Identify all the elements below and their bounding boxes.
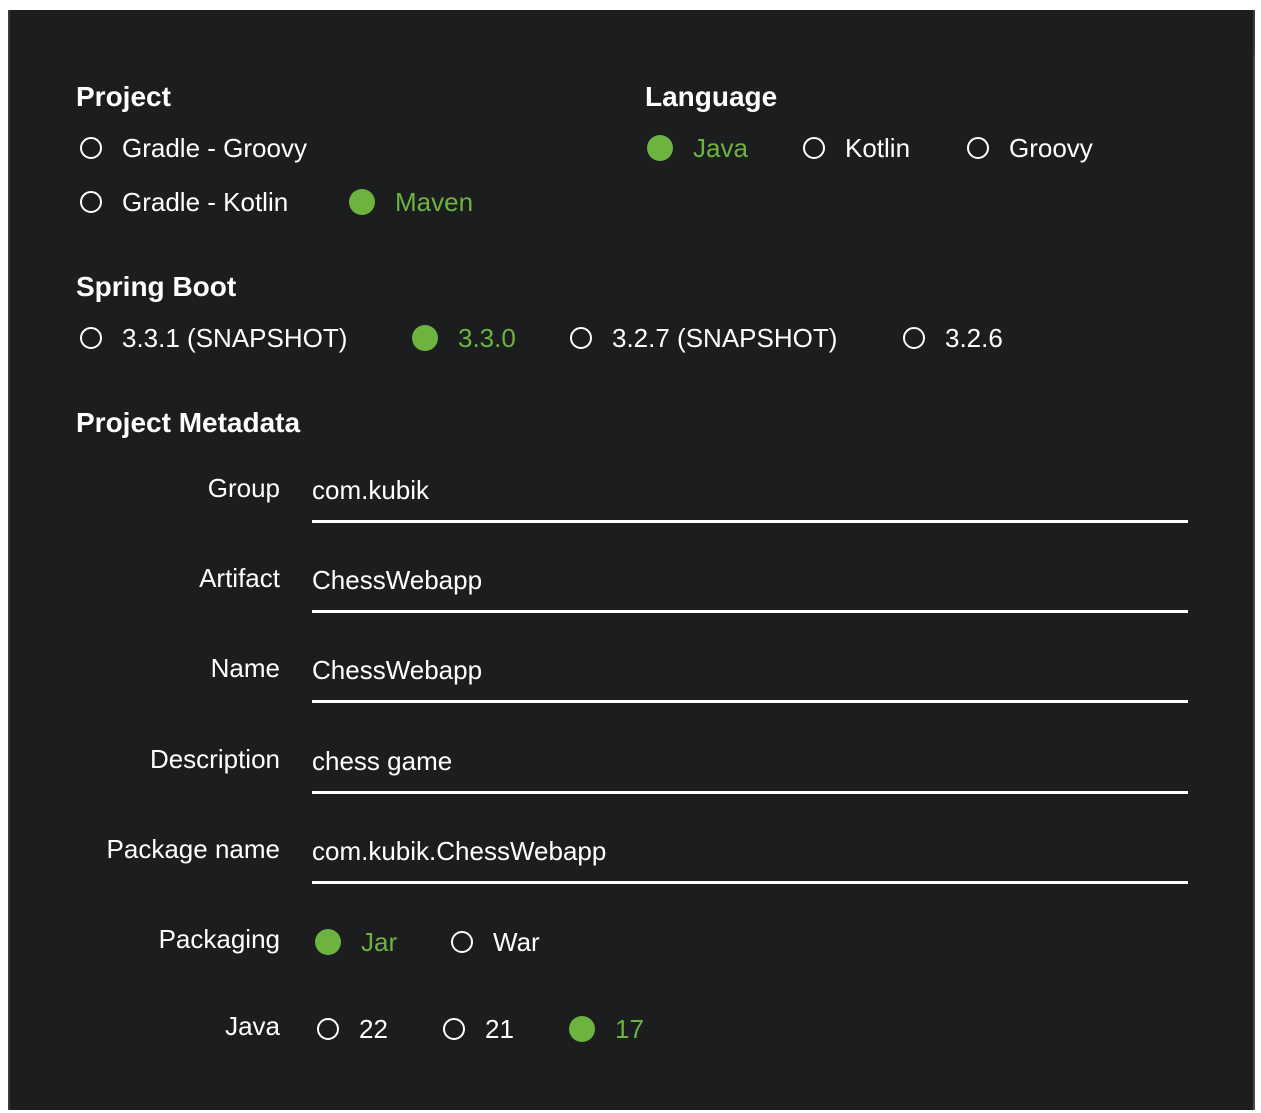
radio-label: 17 xyxy=(615,1013,644,1044)
radio-label: Java xyxy=(693,132,748,163)
spring-boot-section-title: Spring Boot xyxy=(76,271,237,302)
artifact-label: Artifact xyxy=(199,563,280,593)
radio-icon xyxy=(803,137,825,159)
language-section-title: Language xyxy=(645,81,778,112)
package-name-label: Package name xyxy=(106,834,280,864)
project-settings-panel: Project Gradle - Groovy Gradle - Kotlin … xyxy=(8,10,1255,1110)
radio-label: 3.3.1 (SNAPSHOT) xyxy=(122,322,348,353)
radio-label: Jar xyxy=(361,926,398,957)
description-label: Description xyxy=(149,744,280,774)
scrollbar[interactable] xyxy=(1253,55,1255,1110)
artifact-input[interactable] xyxy=(312,558,1188,602)
radio-label: 21 xyxy=(485,1013,514,1044)
radio-selected-icon xyxy=(315,929,341,955)
radio-icon xyxy=(80,191,102,213)
spring-boot-option-3-2-7-snapshot[interactable]: 3.2.7 (SNAPSHOT) xyxy=(570,322,837,354)
radio-label: Groovy xyxy=(1009,132,1093,163)
language-option-java[interactable]: Java xyxy=(647,132,748,164)
radio-label: 3.2.6 xyxy=(945,322,1003,353)
name-input[interactable] xyxy=(312,648,1188,692)
packaging-label: Packaging xyxy=(158,924,280,954)
description-input[interactable] xyxy=(312,739,1188,783)
project-option-gradle-kotlin[interactable]: Gradle - Kotlin xyxy=(80,186,288,218)
radio-icon xyxy=(443,1018,465,1040)
spring-boot-option-3-3-0[interactable]: 3.3.0 xyxy=(412,322,516,354)
project-section-title: Project xyxy=(76,81,171,112)
radio-label: 3.2.7 (SNAPSHOT) xyxy=(612,322,838,353)
packaging-option-jar[interactable]: Jar xyxy=(315,926,397,958)
name-field[interactable] xyxy=(312,648,1188,703)
radio-label: 3.3.0 xyxy=(458,322,516,353)
package-name-input[interactable] xyxy=(312,829,1188,873)
artifact-field[interactable] xyxy=(312,558,1188,613)
radio-selected-icon xyxy=(647,135,673,161)
radio-icon xyxy=(903,327,925,349)
group-field[interactable] xyxy=(312,468,1188,523)
radio-icon xyxy=(317,1018,339,1040)
group-input[interactable] xyxy=(312,468,1188,512)
name-label: Name xyxy=(210,653,280,683)
project-option-maven[interactable]: Maven xyxy=(349,186,473,218)
spring-boot-option-3-3-1-snapshot[interactable]: 3.3.1 (SNAPSHOT) xyxy=(80,322,347,354)
radio-icon xyxy=(570,327,592,349)
radio-selected-icon xyxy=(349,189,375,215)
radio-label: Gradle - Groovy xyxy=(122,132,307,163)
radio-icon xyxy=(451,931,473,953)
project-metadata-section-title: Project Metadata xyxy=(76,407,301,438)
packaging-option-war[interactable]: War xyxy=(451,926,540,958)
language-option-groovy[interactable]: Groovy xyxy=(967,132,1093,164)
spring-boot-option-3-2-6[interactable]: 3.2.6 xyxy=(903,322,1003,354)
package-name-field[interactable] xyxy=(312,829,1188,884)
radio-label: Maven xyxy=(395,186,474,217)
java-option-17[interactable]: 17 xyxy=(569,1013,644,1045)
radio-label: 22 xyxy=(359,1013,388,1044)
java-option-21[interactable]: 21 xyxy=(443,1013,514,1045)
group-label: Group xyxy=(207,473,280,503)
radio-selected-icon xyxy=(412,325,438,351)
description-field[interactable] xyxy=(312,739,1188,794)
java-option-22[interactable]: 22 xyxy=(317,1013,388,1045)
radio-label: Kotlin xyxy=(845,132,911,163)
project-option-gradle-groovy[interactable]: Gradle - Groovy xyxy=(80,132,307,164)
java-label: Java xyxy=(225,1011,280,1041)
radio-selected-icon xyxy=(569,1016,595,1042)
radio-icon xyxy=(80,137,102,159)
radio-label: Gradle - Kotlin xyxy=(122,186,289,217)
radio-icon xyxy=(967,137,989,159)
language-option-kotlin[interactable]: Kotlin xyxy=(803,132,910,164)
radio-label: War xyxy=(493,926,540,957)
radio-icon xyxy=(80,327,102,349)
